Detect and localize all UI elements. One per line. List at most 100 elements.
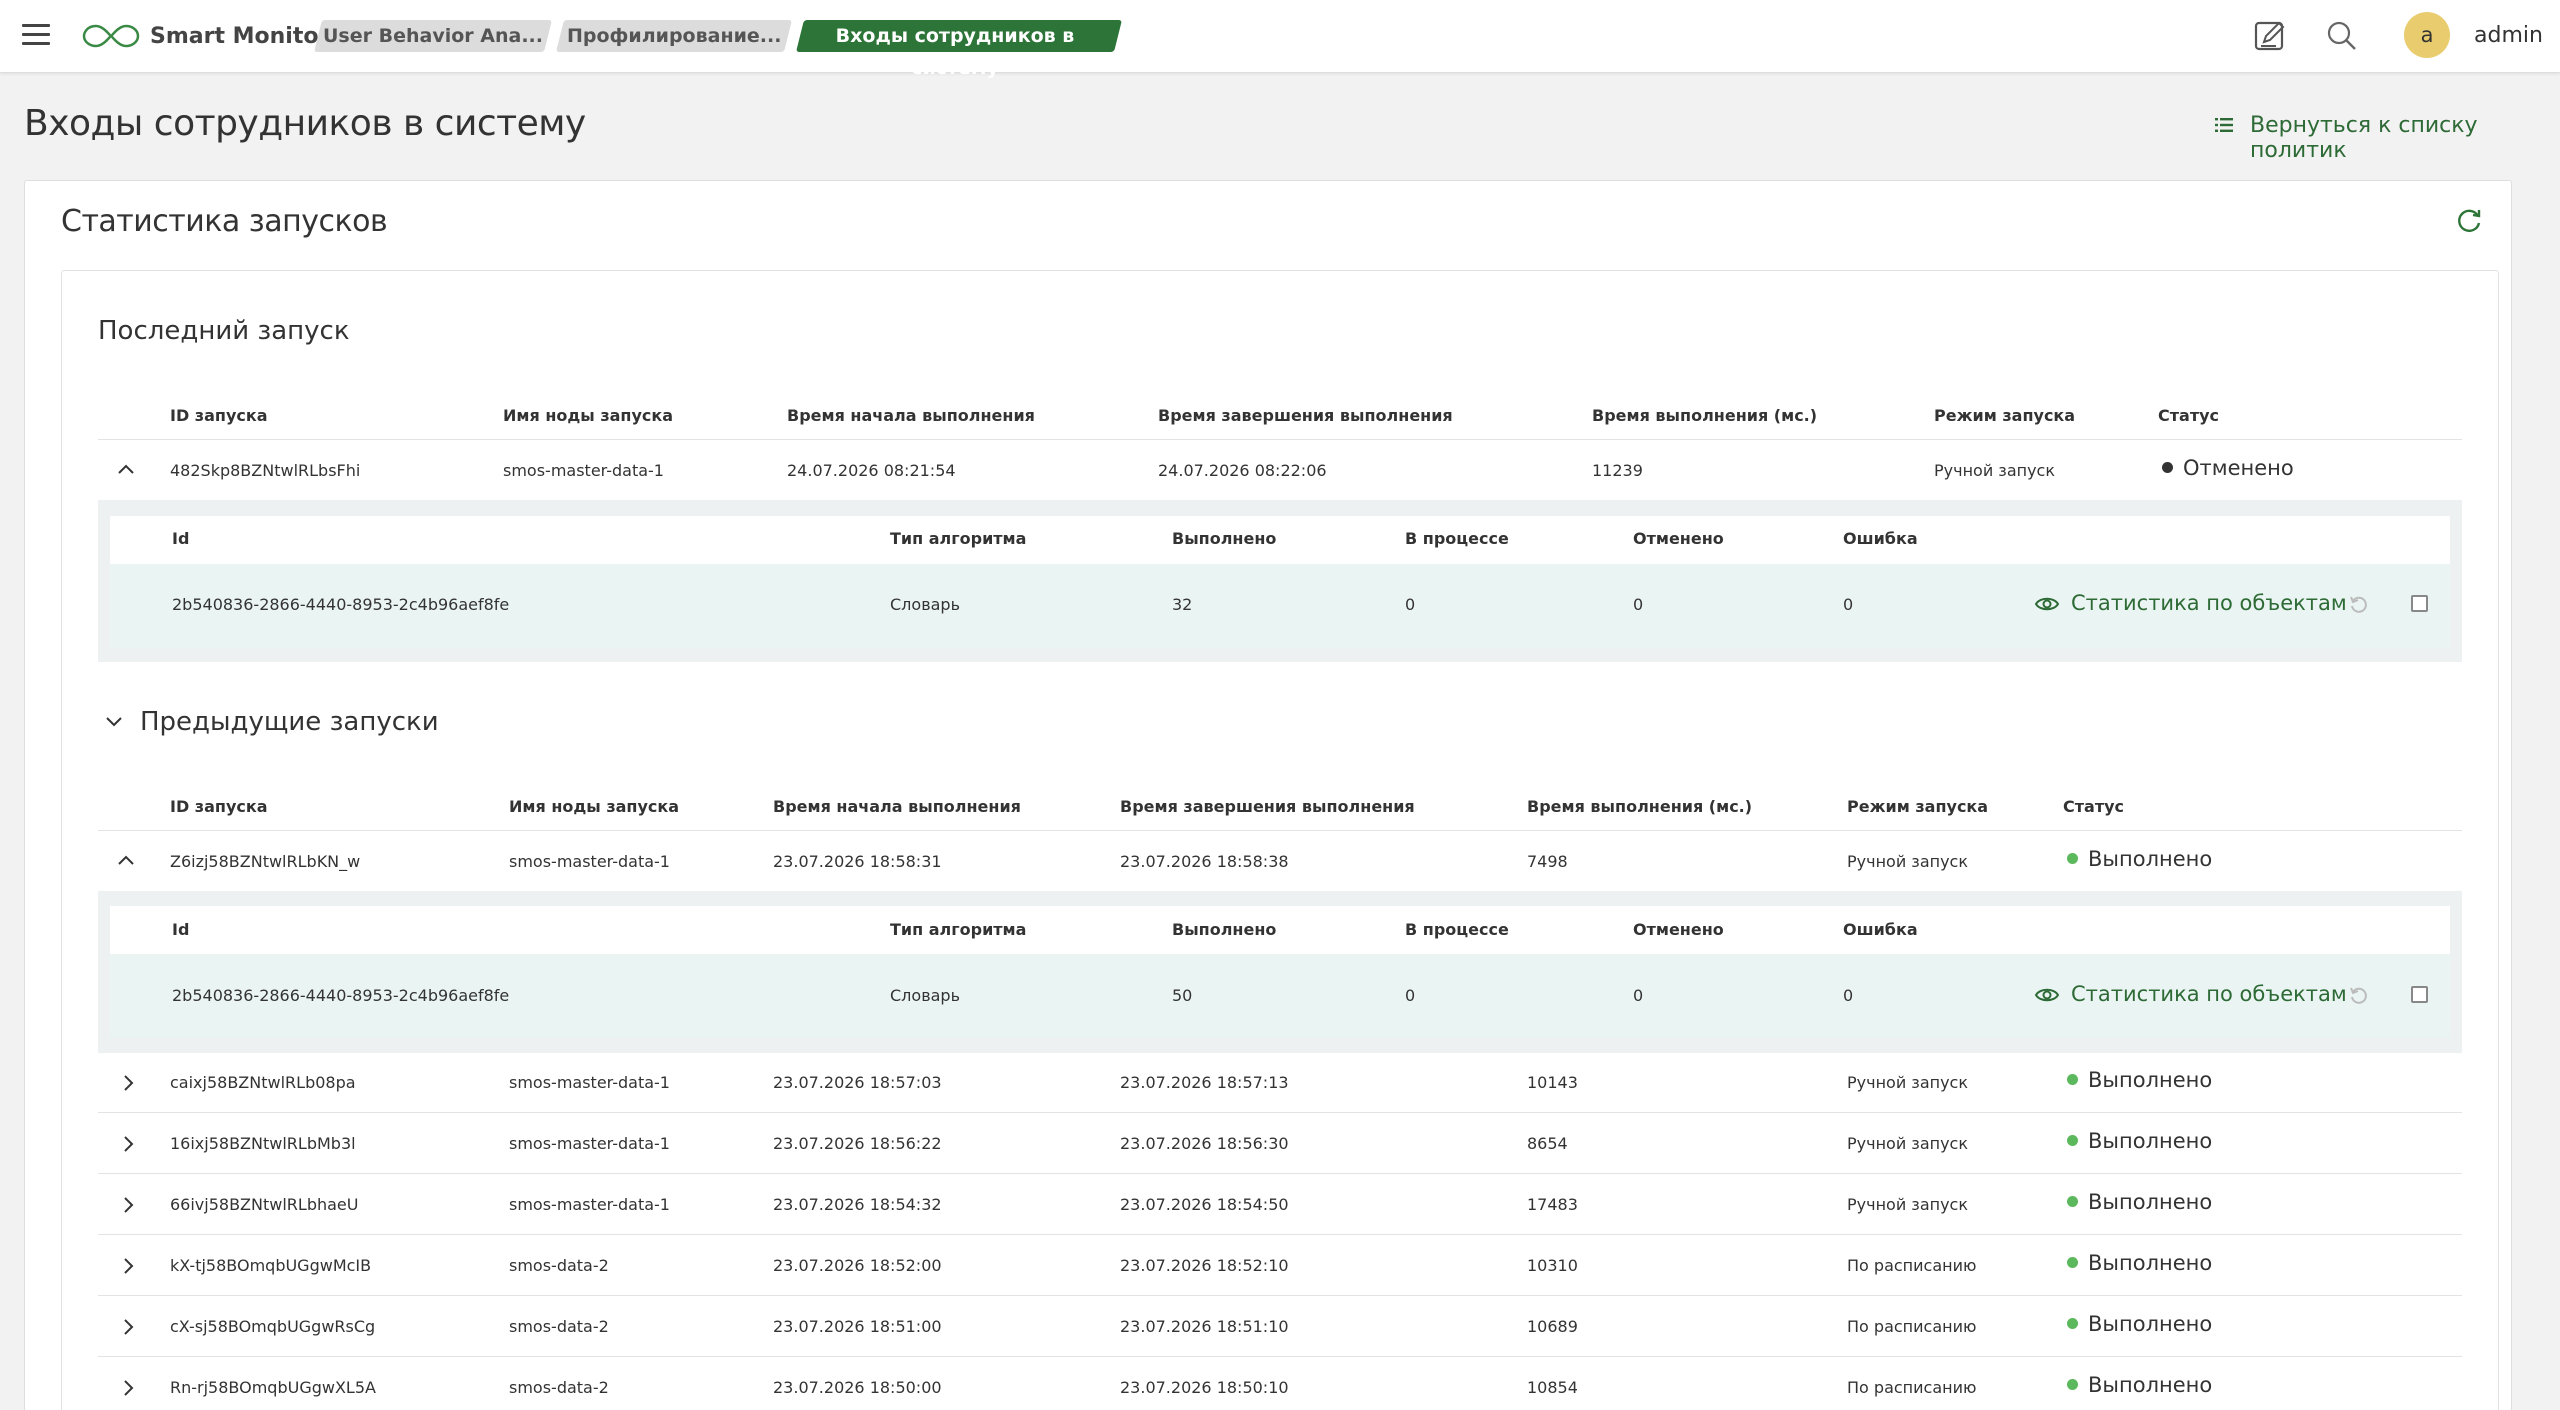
status-badge: Выполнено <box>2067 1190 2212 1214</box>
status-label: Отменено <box>2183 456 2294 480</box>
object-stats-link[interactable]: Статистика по объектам <box>2071 591 2347 615</box>
run-duration: 10310 <box>1527 1256 1578 1275</box>
detail-algo: Словарь <box>890 986 961 1005</box>
col-node: Имя ноды запуска <box>503 406 674 425</box>
chevron-right-icon[interactable] <box>118 1195 138 1215</box>
run-duration: 7498 <box>1527 852 1568 871</box>
run-id: cX-sj58BOmqbUGgwRsCg <box>170 1317 376 1336</box>
previous-runs-title[interactable]: Предыдущие запуски <box>140 707 439 737</box>
card-title: Статистика запусков <box>61 204 388 239</box>
run-end: 23.07.2026 18:54:50 <box>1120 1195 1289 1214</box>
status-badge: Выполнено <box>2067 1129 2212 1153</box>
run-mode: Ручной запуск <box>1847 1073 1969 1092</box>
divider <box>98 830 2462 831</box>
col-algo: Тип алгоритма <box>890 920 1027 939</box>
run-start: 23.07.2026 18:57:03 <box>773 1073 942 1092</box>
eye-icon[interactable] <box>2034 593 2060 615</box>
detail-done: 32 <box>1172 595 1193 614</box>
chevron-down-icon[interactable] <box>104 712 124 732</box>
avatar[interactable]: a <box>2404 12 2450 58</box>
run-start: 23.07.2026 18:51:00 <box>773 1317 942 1336</box>
breadcrumb-current[interactable]: Входы сотрудников в систему <box>796 20 1122 79</box>
eye-icon[interactable] <box>2034 984 2060 1006</box>
run-node: smos-master-data-1 <box>509 1134 670 1153</box>
col-run-id: ID запуска <box>170 406 268 425</box>
edit-note-icon[interactable] <box>2252 18 2288 54</box>
chevron-up-icon[interactable] <box>116 850 136 870</box>
detail-algo: Словарь <box>890 595 961 614</box>
run-duration: 10143 <box>1527 1073 1578 1092</box>
breadcrumb-label: Входы сотрудников в систему <box>835 25 1075 79</box>
run-start: 23.07.2026 18:56:22 <box>773 1134 942 1153</box>
col-node: Имя ноды запуска <box>509 797 680 816</box>
run-id: 482Skp8BZNtwlRLbsFhi <box>170 461 361 480</box>
detail-cancelled: 0 <box>1633 595 1644 614</box>
run-start: 23.07.2026 18:52:00 <box>773 1256 942 1275</box>
detail-error: 0 <box>1843 595 1854 614</box>
col-id: Id <box>172 920 190 939</box>
user-name[interactable]: admin <box>2474 23 2543 48</box>
run-node: smos-master-data-1 <box>509 1195 670 1214</box>
stop-checkbox[interactable] <box>2411 595 2428 612</box>
col-in-progress: В процессе <box>1405 920 1509 939</box>
chevron-right-icon[interactable] <box>118 1378 138 1398</box>
back-to-policies-link[interactable]: Вернуться к списку политик <box>2250 113 2560 163</box>
status-label: Выполнено <box>2088 1312 2213 1336</box>
divider <box>98 1234 2462 1235</box>
chevron-right-icon[interactable] <box>118 1317 138 1337</box>
restart-icon[interactable] <box>2348 984 2370 1006</box>
detail-error: 0 <box>1843 986 1854 1005</box>
chevron-right-icon[interactable] <box>118 1073 138 1093</box>
menu-icon[interactable] <box>22 24 50 46</box>
col-done: Выполнено <box>1172 920 1277 939</box>
status-badge: Выполнено <box>2067 1068 2212 1092</box>
status-dot-icon <box>2067 1378 2078 1390</box>
breadcrumb-profiling[interactable]: Профилирование... <box>556 20 792 52</box>
col-duration: Время выполнения (мс.) <box>1527 797 1753 816</box>
run-end: 23.07.2026 18:51:10 <box>1120 1317 1289 1336</box>
run-duration: 10854 <box>1527 1378 1578 1397</box>
run-start: 23.07.2026 18:58:31 <box>773 852 942 871</box>
status-label: Выполнено <box>2088 847 2213 871</box>
page-title: Входы сотрудников в систему <box>24 103 586 144</box>
status-label: Выполнено <box>2088 1068 2213 1092</box>
object-stats-link[interactable]: Статистика по объектам <box>2071 982 2347 1006</box>
status-dot-icon <box>2067 1073 2078 1085</box>
refresh-icon[interactable] <box>2454 206 2484 236</box>
list-icon[interactable] <box>2214 115 2234 135</box>
chevron-right-icon[interactable] <box>118 1134 138 1154</box>
detail-done: 50 <box>1172 986 1193 1005</box>
run-mode: По расписанию <box>1847 1256 1977 1275</box>
run-id: Z6izj58BZNtwlRLbKN_w <box>170 852 361 871</box>
breadcrumb-label: Профилирование... <box>566 25 782 47</box>
col-status: Статус <box>2158 406 2219 425</box>
chevron-right-icon[interactable] <box>118 1256 138 1276</box>
col-end: Время завершения выполнения <box>1120 797 1415 816</box>
col-mode: Режим запуска <box>1847 797 1989 816</box>
status-badge: Выполнено <box>2067 1251 2212 1275</box>
chevron-up-icon[interactable] <box>116 459 136 479</box>
col-algo: Тип алгоритма <box>890 529 1027 548</box>
run-mode: Ручной запуск <box>1847 1195 1969 1214</box>
stop-checkbox[interactable] <box>2411 986 2428 1003</box>
run-end: 23.07.2026 18:56:30 <box>1120 1134 1289 1153</box>
run-mode: Ручной запуск <box>1934 461 2056 480</box>
col-in-progress: В процессе <box>1405 529 1509 548</box>
col-end: Время завершения выполнения <box>1158 406 1453 425</box>
col-start: Время начала выполнения <box>787 406 1035 425</box>
status-dot-icon <box>2067 852 2078 864</box>
divider <box>98 439 2462 440</box>
detail-header <box>110 516 2450 564</box>
col-error: Ошибка <box>1843 920 1918 939</box>
search-icon[interactable] <box>2324 18 2360 54</box>
detail-in-progress: 0 <box>1405 595 1416 614</box>
status-dot-icon <box>2067 1317 2078 1329</box>
restart-icon[interactable] <box>2348 593 2370 615</box>
col-cancelled: Отменено <box>1633 920 1724 939</box>
detail-cancelled: 0 <box>1633 986 1644 1005</box>
status-label: Выполнено <box>2088 1129 2213 1153</box>
run-duration: 11239 <box>1592 461 1643 480</box>
breadcrumb-uba[interactable]: User Behavior Ana... <box>314 20 552 52</box>
status-dot-icon <box>2067 1195 2078 1207</box>
run-duration: 17483 <box>1527 1195 1578 1214</box>
